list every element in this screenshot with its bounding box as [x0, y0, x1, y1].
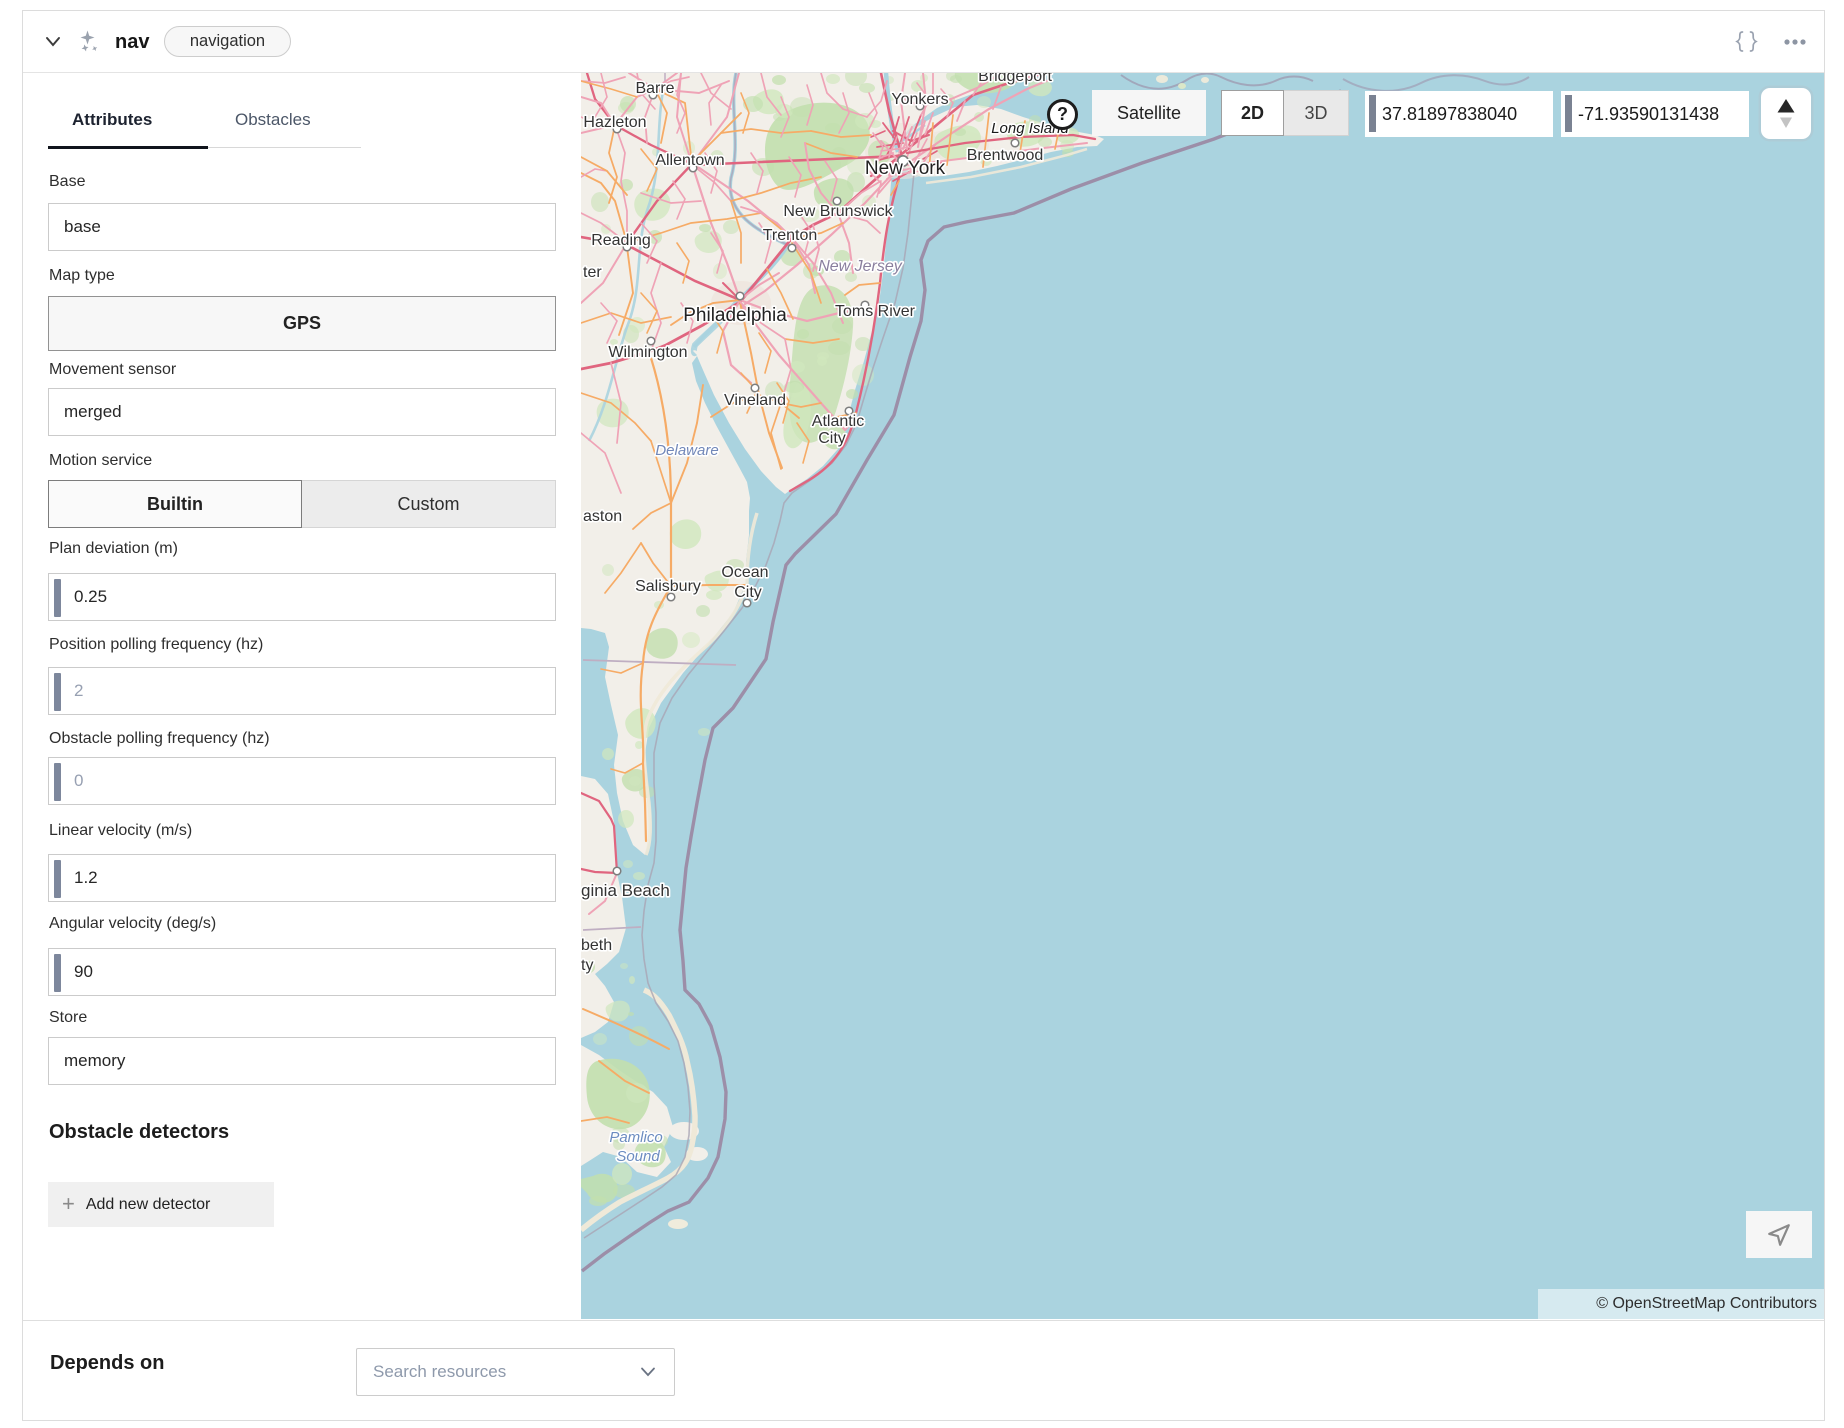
svg-text:Sound: Sound	[616, 1148, 660, 1165]
svg-text:New Brunswick: New Brunswick	[783, 203, 893, 220]
svg-text:ty: ty	[581, 957, 593, 974]
svg-text:City: City	[734, 584, 762, 601]
svg-text:beth: beth	[581, 937, 612, 954]
svg-text:Delaware: Delaware	[655, 442, 718, 459]
svg-text:Philadelphia: Philadelphia	[683, 305, 787, 326]
svg-text:Atlantic: Atlantic	[812, 413, 864, 430]
svg-text:Hazleton: Hazleton	[583, 114, 646, 131]
svg-text:Bridgeport: Bridgeport	[978, 73, 1052, 85]
svg-text:Trenton: Trenton	[763, 227, 818, 244]
svg-text:City: City	[818, 430, 846, 447]
svg-text:Toms River: Toms River	[835, 303, 916, 320]
svg-text:Pamlico: Pamlico	[609, 1129, 662, 1146]
svg-text:Wilmington: Wilmington	[608, 344, 687, 361]
svg-text:Salisbury: Salisbury	[635, 578, 701, 595]
svg-text:Ocean: Ocean	[721, 564, 768, 581]
svg-text:Barre: Barre	[635, 80, 674, 97]
svg-text:Allentown: Allentown	[655, 152, 724, 169]
svg-text:Vineland: Vineland	[724, 392, 786, 409]
svg-text:New York: New York	[865, 158, 946, 179]
svg-text:aston: aston	[583, 508, 622, 525]
svg-text:Reading: Reading	[591, 232, 651, 249]
svg-text:Yonkers: Yonkers	[891, 91, 948, 108]
svg-text:Brentwood: Brentwood	[967, 147, 1044, 164]
svg-text:ter: ter	[583, 264, 602, 281]
svg-text:New Jersey: New Jersey	[818, 258, 903, 275]
svg-text:ginia Beach: ginia Beach	[581, 881, 670, 900]
